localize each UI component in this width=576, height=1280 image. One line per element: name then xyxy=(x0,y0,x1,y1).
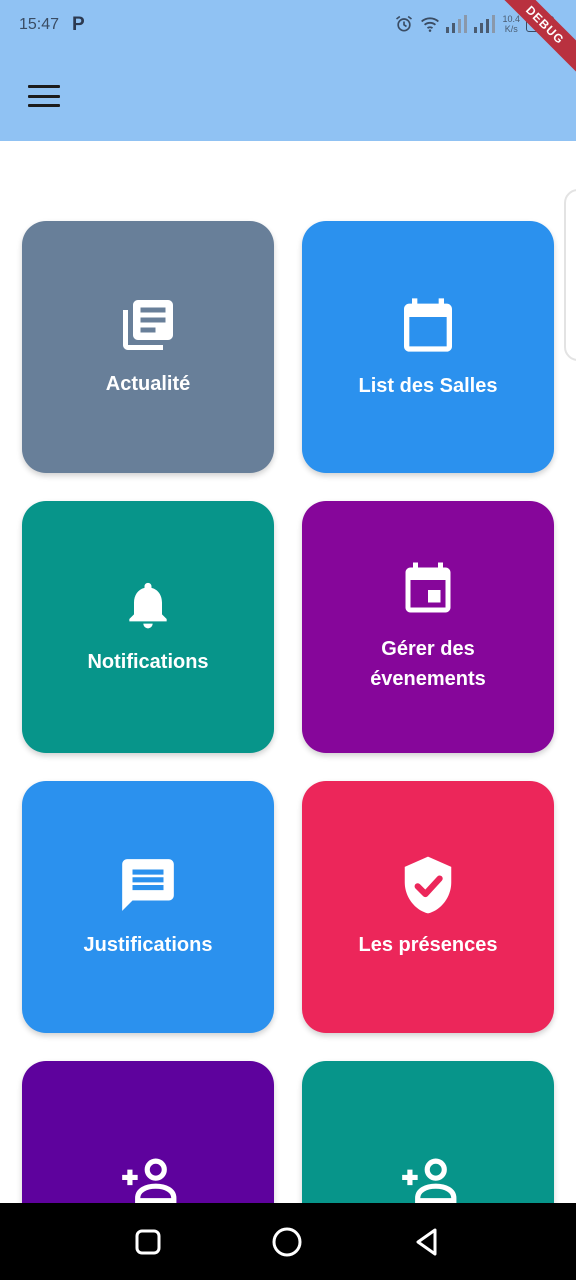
wifi-icon xyxy=(421,17,440,32)
tile-les-presences[interactable]: Les présences xyxy=(302,781,554,1033)
newspaper-icon xyxy=(118,295,178,355)
triangle-back-icon[interactable] xyxy=(410,1225,444,1259)
bell-icon xyxy=(120,577,176,633)
menu-grid: Actualité List des Salles Notifications … xyxy=(22,221,554,1203)
signal-icon-2 xyxy=(474,15,496,33)
system-nav-bar xyxy=(0,1203,576,1280)
circle-icon[interactable] xyxy=(270,1225,304,1259)
event-icon xyxy=(398,560,458,620)
calendar-icon xyxy=(396,293,460,357)
tile-add-person-1[interactable] xyxy=(22,1061,274,1203)
status-time: 15:47 xyxy=(19,16,60,33)
square-icon[interactable] xyxy=(131,1225,165,1259)
message-icon xyxy=(117,854,179,916)
alarm-icon xyxy=(396,15,413,32)
network-speed-unit: K/s xyxy=(504,24,518,34)
signal-icon xyxy=(446,15,468,33)
tile-gerer-des-evenements[interactable]: Gérer des évenements xyxy=(302,501,554,753)
person-add-icon xyxy=(397,1149,459,1203)
side-drawer-handle[interactable] xyxy=(564,189,576,361)
dashboard-content[interactable]: Actualité List des Salles Notifications … xyxy=(0,141,576,1203)
person-add-icon xyxy=(117,1149,179,1203)
tile-actualite[interactable]: Actualité xyxy=(22,221,274,473)
tile-label: Gérer des évenements xyxy=(370,638,486,690)
tile-label: List des Salles xyxy=(358,375,498,397)
tile-label: Notifications xyxy=(87,651,209,673)
hamburger-menu-icon[interactable] xyxy=(24,80,64,112)
tile-list-des-salles[interactable]: List des Salles xyxy=(302,221,554,473)
app-notification-icon: P xyxy=(72,14,85,35)
app-bar: 15:47 P 10.4 K/s 24 DEBUG xyxy=(0,0,576,141)
tile-notifications[interactable]: Notifications xyxy=(22,501,274,753)
tile-label: Actualité xyxy=(105,373,191,395)
tile-label: Justifications xyxy=(83,934,213,956)
tile-add-person-2[interactable] xyxy=(302,1061,554,1203)
network-speed: 10.4 K/s xyxy=(502,14,520,34)
network-speed-value: 10.4 xyxy=(502,14,520,24)
status-bar: 15:47 P 10.4 K/s 24 xyxy=(0,0,576,52)
tile-label: Les présences xyxy=(358,934,498,956)
verified-shield-icon xyxy=(397,854,459,916)
tile-justifications[interactable]: Justifications xyxy=(22,781,274,1033)
